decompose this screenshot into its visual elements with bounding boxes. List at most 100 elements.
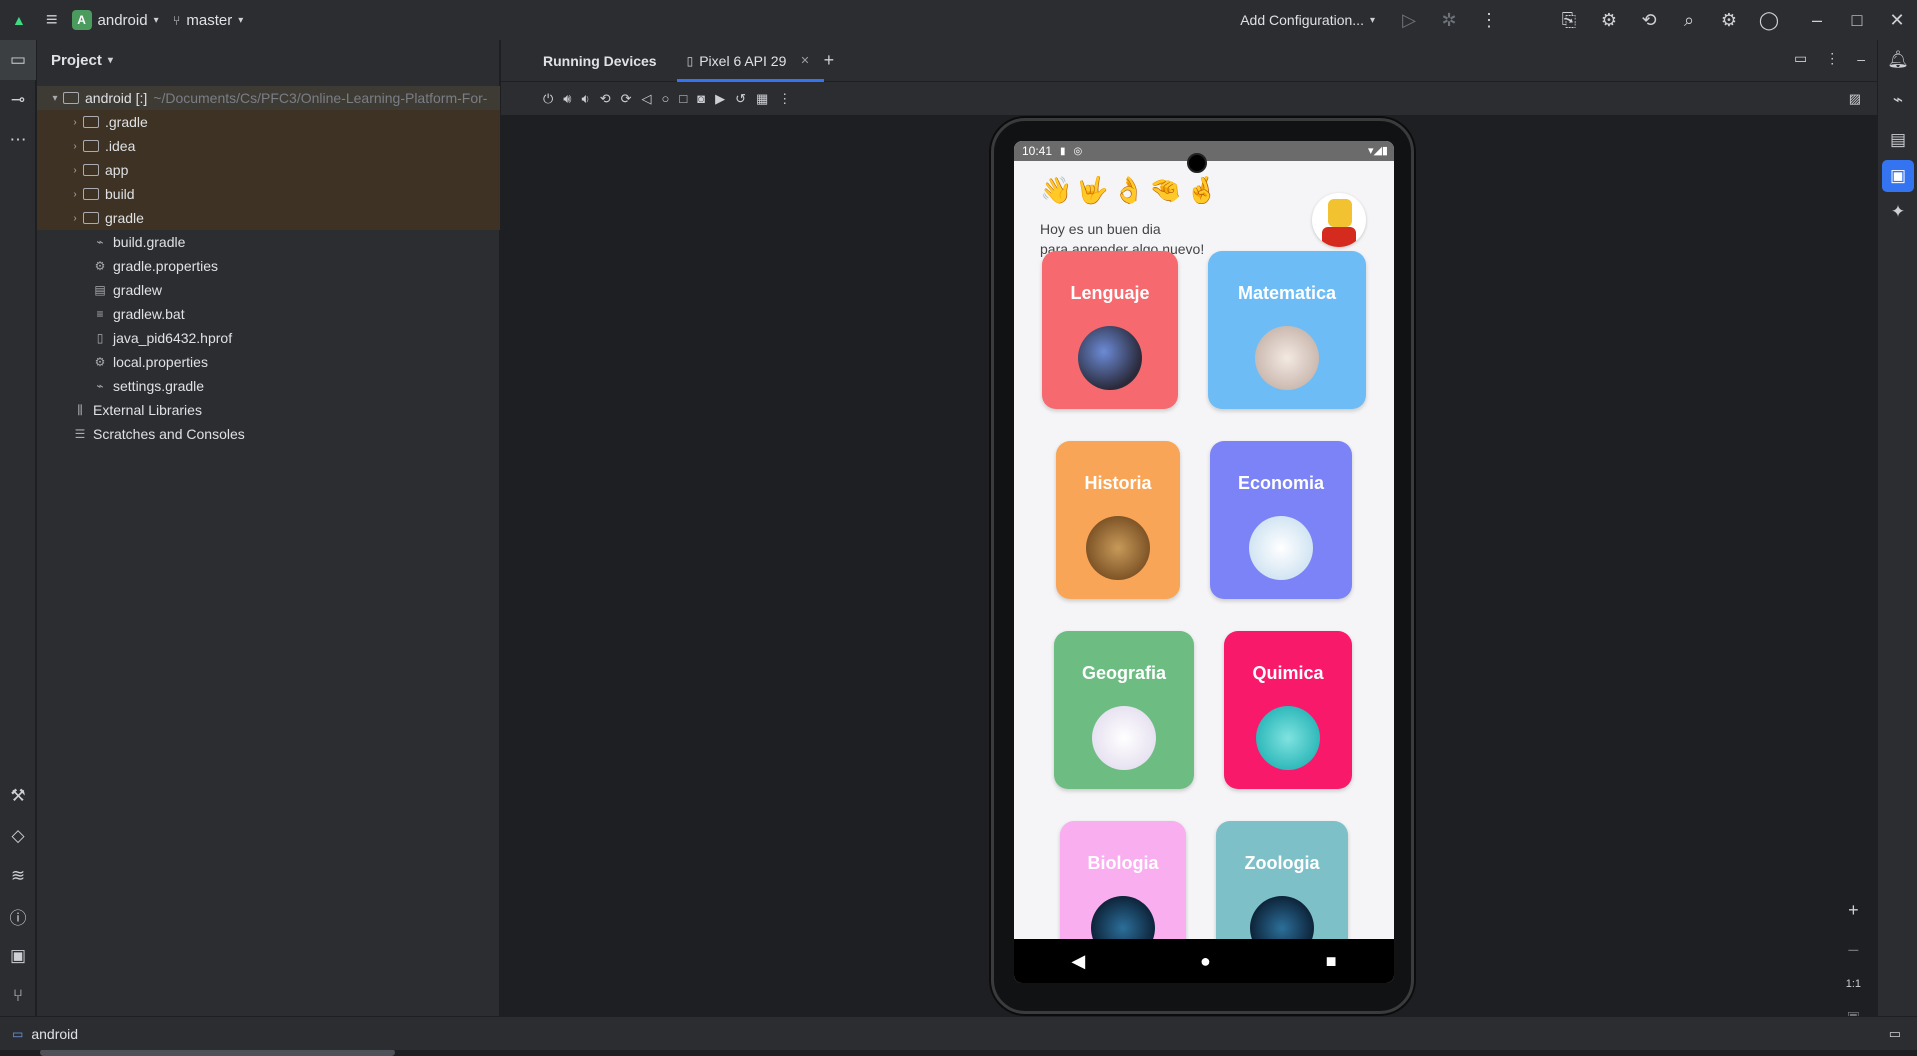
device-mirroring-icon[interactable]: ▨ (1849, 91, 1861, 107)
sdk-manager-icon[interactable]: ⚙ (1589, 0, 1629, 40)
run-configuration-dropdown[interactable]: Add Configuration... ▾ (1240, 12, 1375, 28)
chevron-right-icon[interactable]: › (67, 213, 83, 224)
zoom-actual-size-button[interactable]: 1:1 (1846, 978, 1861, 990)
horizontal-scrollbar[interactable] (40, 1049, 395, 1056)
tree-folder[interactable]: › app (37, 158, 500, 182)
nav-home-icon[interactable]: ● (1200, 951, 1211, 972)
module-icon: ▭ (12, 1026, 24, 1041)
reset-icon[interactable]: ↺ (735, 91, 746, 107)
phone-navigation-bar: ◀ ● ■ (1014, 939, 1394, 983)
volume-up-icon[interactable]: 🔊︎ (563, 91, 571, 107)
android-studio-logo-icon[interactable]: ▲ (12, 12, 26, 28)
nav-back-icon[interactable]: ◀ (1071, 951, 1085, 972)
back-icon[interactable]: ◁ (642, 91, 652, 107)
logcat-tool-icon[interactable]: ≋ (0, 856, 36, 896)
run-icon[interactable]: ▷ (1389, 0, 1429, 40)
chevron-right-icon[interactable]: › (67, 189, 83, 200)
minimize-icon[interactable]: – (1797, 0, 1837, 40)
subject-card-lenguaje[interactable]: Lenguaje (1042, 251, 1178, 409)
layout-icon[interactable]: ▭ (1794, 50, 1807, 67)
build-tool-icon[interactable]: ⚒ (0, 776, 36, 816)
account-icon[interactable]: ◯ (1749, 0, 1789, 40)
volume-down-icon[interactable]: 🔉︎ (582, 91, 590, 107)
tab-actions: ▭ ⋮ – (1794, 50, 1865, 67)
more-tools-icon[interactable]: ⋯ (0, 120, 36, 160)
screenshot-icon[interactable]: ◙ (697, 91, 705, 106)
user-avatar[interactable] (1312, 193, 1366, 247)
more-icon[interactable]: ⋮ (1825, 50, 1839, 67)
tab-pixel-device[interactable]: ▯ Pixel 6 API 29 ✕ (676, 40, 824, 82)
tree-root-path: ~/Documents/Cs/PFC3/Online-Learning-Plat… (153, 90, 488, 106)
tree-file-label: java_pid6432.hprof (113, 330, 233, 346)
subject-card-historia[interactable]: Historia (1056, 441, 1180, 599)
tree-file[interactable]: ≡ gradlew.bat (37, 302, 500, 326)
ai-assistant-icon[interactable]: ✦ (1878, 192, 1917, 232)
tab-running-devices[interactable]: Running Devices (543, 40, 657, 82)
tree-file[interactable]: ▯ java_pid6432.hprof (37, 326, 500, 350)
subject-card-economia[interactable]: Economia (1210, 441, 1352, 599)
settings-gear-icon[interactable]: ⚙ (1709, 0, 1749, 40)
zoom-controls: + – 1:1 ▣ (1846, 900, 1861, 1025)
tree-file[interactable]: ⚙ local.properties (37, 350, 500, 374)
gradle-tool-icon[interactable]: ⌁ (1878, 80, 1917, 120)
close-window-icon[interactable]: ✕ (1877, 0, 1917, 40)
branch-switcher[interactable]: ⑂ master ▾ (173, 12, 244, 29)
tree-folder[interactable]: › gradle (37, 206, 500, 230)
tree-external-libraries[interactable]: ⫼ External Libraries (37, 398, 500, 422)
nav-recents-icon[interactable]: ■ (1326, 951, 1337, 972)
device-manager-icon[interactable]: ⎘ (1549, 0, 1589, 40)
rotate-left-icon[interactable]: ⟲ (600, 91, 611, 107)
debug-icon[interactable]: ✲ (1429, 0, 1469, 40)
tree-file[interactable]: ⌁ build.gradle (37, 230, 500, 254)
search-icon[interactable]: ⌕ (1669, 0, 1709, 40)
power-icon[interactable]: ⏻ (543, 91, 553, 107)
maximize-icon[interactable]: □ (1837, 0, 1877, 40)
tree-folder[interactable]: › .gradle (37, 110, 500, 134)
tree-root[interactable]: ▾ android [:] ~/Documents/Cs/PFC3/Online… (37, 86, 500, 110)
tree-folder-label: build (105, 186, 135, 202)
status-message-icon[interactable]: ▭ (1889, 1026, 1901, 1042)
tree-file[interactable]: ⚙ gradle.properties (37, 254, 500, 278)
subject-card-geografia[interactable]: Geografia (1054, 631, 1194, 789)
gemini-tool-icon[interactable]: ◇ (0, 816, 36, 856)
chevron-down-icon[interactable]: ▾ (47, 93, 63, 104)
commit-tool-icon[interactable]: ⊸ (0, 80, 36, 120)
zoom-in-icon[interactable]: + (1848, 900, 1859, 921)
sync-icon[interactable]: ⟲ (1629, 0, 1669, 40)
tree-scratches[interactable]: ☰ Scratches and Consoles (37, 422, 500, 446)
more-icon[interactable]: ⋮ (778, 91, 791, 107)
tree-folder[interactable]: › .idea (37, 134, 500, 158)
subject-card-quimica[interactable]: Quimica (1224, 631, 1352, 789)
chevron-right-icon[interactable]: › (67, 141, 83, 152)
notifications-icon[interactable]: 🔔︎ (1878, 40, 1917, 80)
overview-icon[interactable]: □ (679, 91, 687, 106)
add-tab-icon[interactable]: + (824, 50, 835, 71)
display-settings-icon[interactable]: ▦ (756, 91, 768, 107)
hide-panel-icon[interactable]: – (1857, 50, 1865, 67)
chevron-right-icon[interactable]: › (67, 117, 83, 128)
chevron-right-icon[interactable]: › (67, 165, 83, 176)
problems-tool-icon[interactable]: ⓘ (0, 896, 36, 936)
git-tool-icon[interactable]: ⑂ (0, 976, 36, 1016)
subject-card-matematica[interactable]: Matematica (1208, 251, 1366, 409)
close-tab-icon[interactable]: ✕ (800, 54, 809, 67)
rotate-right-icon[interactable]: ⟳ (621, 91, 632, 107)
terminal-tool-icon[interactable]: ▣ (0, 936, 36, 976)
signal-battery-icons: ▾◢▮ (1367, 145, 1388, 157)
main-menu-icon[interactable]: ≡ (46, 9, 58, 32)
running-devices-tool-icon[interactable]: ▣ (1882, 160, 1914, 192)
branch-name: master (186, 11, 233, 29)
project-switcher[interactable]: A android ▾ (71, 10, 159, 30)
tree-file[interactable]: ▤ gradlew (37, 278, 500, 302)
more-icon[interactable]: ⋮ (1469, 0, 1509, 40)
phone-screen: 10:41 ▮ ◎ ▾◢▮ 👋🤟👌🤏🤞 Hoy es un buen dia p… (1014, 141, 1394, 983)
status-project-label[interactable]: android (31, 1026, 78, 1042)
project-panel-header[interactable]: Project ▾ (37, 40, 499, 80)
home-icon[interactable]: ○ (662, 91, 670, 106)
device-file-explorer-icon[interactable]: ▤ (1878, 120, 1917, 160)
zoom-out-icon[interactable]: – (1848, 939, 1858, 960)
project-tool-icon[interactable]: ▭ (0, 40, 36, 80)
tree-file[interactable]: ⌁ settings.gradle (37, 374, 500, 398)
screen-record-icon[interactable]: ▶ (715, 91, 725, 107)
tree-folder[interactable]: › build (37, 182, 500, 206)
